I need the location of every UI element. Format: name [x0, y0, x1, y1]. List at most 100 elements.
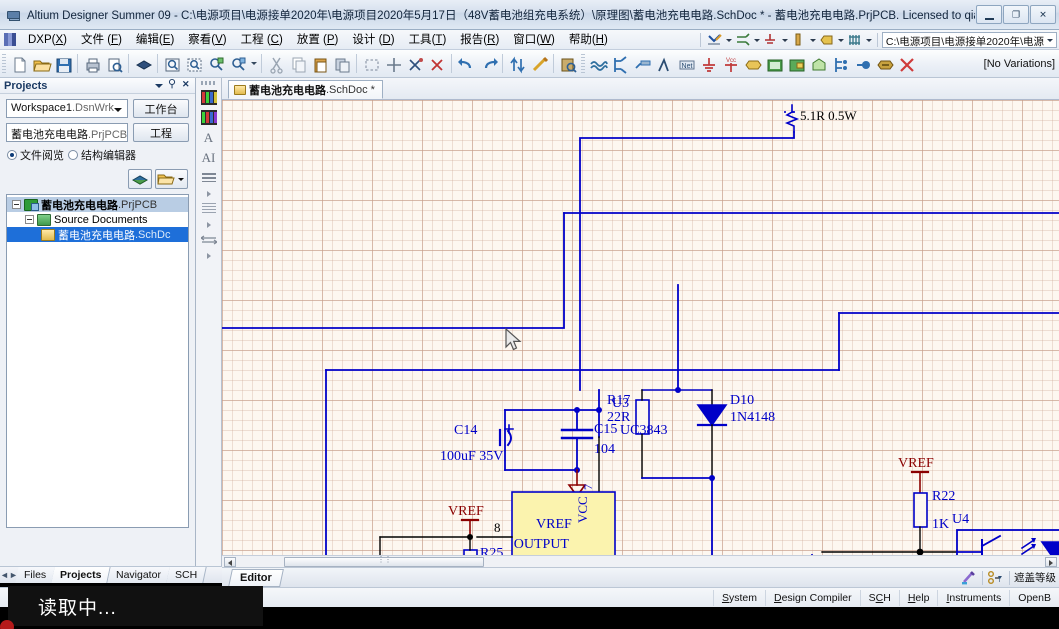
clear-selection-icon[interactable] — [404, 53, 426, 75]
text-style-icon[interactable]: AI — [199, 149, 219, 167]
spacing-icon[interactable] — [199, 231, 219, 249]
mask-level-icon[interactable] — [960, 570, 978, 586]
status-panel-instruments[interactable]: Instruments — [937, 589, 1009, 606]
project-tree[interactable]: 蓄电池充电电路 .PrjPCB Source Documents 蓄电池充电电路.… — [6, 194, 189, 528]
copy-icon[interactable] — [287, 53, 309, 75]
horizontal-scrollbar[interactable] — [222, 555, 1059, 567]
place-harness-entry-icon[interactable] — [851, 53, 873, 75]
place-wire-icon[interactable] — [587, 53, 609, 75]
tab-sch[interactable]: SCH — [165, 567, 207, 583]
menu-reports[interactable]: 报告(R) — [453, 31, 506, 49]
color-palette-2-icon[interactable] — [199, 109, 219, 127]
zoom-area-icon[interactable] — [161, 53, 183, 75]
minimize-button[interactable] — [976, 5, 1002, 24]
open-document-dropdown-icon[interactable] — [155, 169, 188, 189]
place-port-icon[interactable] — [741, 53, 763, 75]
expander-icon[interactable] — [12, 200, 21, 209]
tree-node-project[interactable]: 蓄电池充电电路 .PrjPCB — [7, 197, 188, 212]
schematic-canvas[interactable]: 5.1R 0.5W R9 10K — [222, 100, 1059, 555]
menu-place[interactable]: 放置 (P) — [290, 31, 346, 49]
menu-design[interactable]: 设计 (D) — [345, 31, 401, 49]
menu-tools[interactable]: 工具(T) — [402, 31, 454, 49]
icon-strip-grip[interactable] — [200, 81, 217, 85]
font-icon[interactable]: A — [199, 129, 219, 147]
place-port-dropdown-icon[interactable] — [836, 32, 845, 48]
tab-projects[interactable]: Projects — [51, 567, 112, 583]
place-no-erc-icon[interactable] — [895, 53, 917, 75]
zoom-fit-document-icon[interactable] — [183, 53, 205, 75]
move-selection-icon[interactable] — [382, 53, 404, 75]
menu-file[interactable]: 文件 (F) — [74, 31, 129, 49]
close-button[interactable]: ✕ — [1030, 5, 1056, 24]
place-bus-icon[interactable] — [734, 32, 751, 48]
place-grid-icon[interactable] — [846, 32, 863, 48]
workspace-combo[interactable]: Workspace1.DsnWrk — [6, 99, 128, 118]
new-document-icon[interactable] — [8, 53, 30, 75]
open-device-view-icon[interactable] — [132, 53, 154, 75]
print-preview-icon[interactable] — [103, 53, 125, 75]
menu-dxp[interactable]: DXP(X) — [21, 31, 74, 49]
place-wire-dropdown-icon[interactable] — [724, 32, 733, 48]
toolbar-grip-2[interactable] — [581, 53, 585, 74]
select-area-icon[interactable] — [360, 53, 382, 75]
panel-menu-icon[interactable] — [152, 79, 165, 92]
status-panel-design-compiler[interactable]: Design Compiler — [765, 589, 860, 606]
place-vcc-dropdown-icon[interactable] — [808, 32, 817, 48]
zoom-filter-icon[interactable] — [227, 53, 249, 75]
workspace-button[interactable]: 工作台 — [133, 99, 189, 118]
de-select-icon[interactable] — [426, 53, 448, 75]
tab-navigator[interactable]: Navigator — [106, 567, 171, 583]
menu-window[interactable]: 窗口(W) — [506, 31, 562, 49]
expander-icon[interactable] — [25, 215, 34, 224]
compile-project-icon[interactable] — [128, 169, 152, 189]
place-device-sheet-icon[interactable] — [807, 53, 829, 75]
place-bus-icon[interactable] — [609, 53, 631, 75]
toolbar-grip[interactable] — [2, 53, 6, 74]
scrollbar-thumb[interactable] — [284, 557, 484, 567]
place-sheet-entry-icon[interactable] — [785, 53, 807, 75]
project-path-combo[interactable]: C:\电源项目\电源接单2020年\电源 — [881, 31, 1057, 48]
tree-node-source-documents[interactable]: Source Documents — [7, 212, 188, 227]
place-bus-entry-icon[interactable] — [631, 53, 653, 75]
place-line-icon[interactable] — [653, 53, 675, 75]
tree-node-schematic-doc[interactable]: 蓄电池充电电路 .SchDc — [7, 227, 188, 242]
place-netlabel-icon[interactable]: Net — [675, 53, 697, 75]
place-bus-dropdown-icon[interactable] — [752, 32, 761, 48]
cut-icon[interactable] — [265, 53, 287, 75]
place-sheet-symbol-icon[interactable] — [763, 53, 785, 75]
radio-file-view[interactable]: 文件阅览 — [7, 147, 64, 163]
browse-library-icon[interactable] — [557, 53, 579, 75]
place-grid-dropdown-icon[interactable] — [864, 32, 873, 48]
project-button[interactable]: 工程 — [133, 123, 189, 142]
tabs-scroll-left-icon[interactable]: ◄ — [0, 570, 9, 580]
place-wire-icon[interactable] — [706, 32, 723, 48]
place-gnd-dropdown-icon[interactable] — [780, 32, 789, 48]
list-more-icon[interactable] — [199, 189, 219, 198]
restore-button[interactable]: ❐ — [1003, 5, 1029, 24]
place-harness-icon[interactable] — [829, 53, 851, 75]
redo-icon[interactable] — [477, 53, 499, 75]
save-document-icon[interactable] — [52, 53, 74, 75]
place-gnd-power-icon[interactable] — [762, 32, 779, 48]
document-tab-schematic[interactable]: 蓄电池充电电路 .SchDoc * — [228, 80, 383, 99]
place-signal-harness-icon[interactable] — [873, 53, 895, 75]
project-name-box[interactable]: 蓄电池充电电路.PrjPCB — [6, 123, 128, 142]
print-icon[interactable] — [81, 53, 103, 75]
radio-structure-editor[interactable]: 结构编辑器 — [68, 147, 136, 163]
pin-panel-icon[interactable] — [166, 77, 179, 92]
place-gnd-icon[interactable] — [697, 53, 719, 75]
list-icon[interactable] — [199, 169, 219, 187]
table-icon[interactable] — [199, 200, 219, 218]
status-panel-sch[interactable]: SCH — [859, 589, 899, 606]
tab-editor[interactable]: Editor — [228, 568, 284, 587]
menu-view[interactable]: 察看(V) — [181, 31, 233, 49]
scroll-left-icon[interactable] — [224, 557, 236, 567]
menu-edit[interactable]: 编辑(E) — [129, 31, 181, 49]
status-panel-help[interactable]: Help — [898, 589, 938, 606]
paste-array-icon[interactable] — [331, 53, 353, 75]
clear-filter-icon[interactable] — [987, 570, 1005, 586]
table-more-icon[interactable] — [199, 220, 219, 229]
paste-icon[interactable] — [309, 53, 331, 75]
tab-files[interactable]: Files — [15, 567, 56, 583]
place-port-icon[interactable] — [818, 32, 835, 48]
